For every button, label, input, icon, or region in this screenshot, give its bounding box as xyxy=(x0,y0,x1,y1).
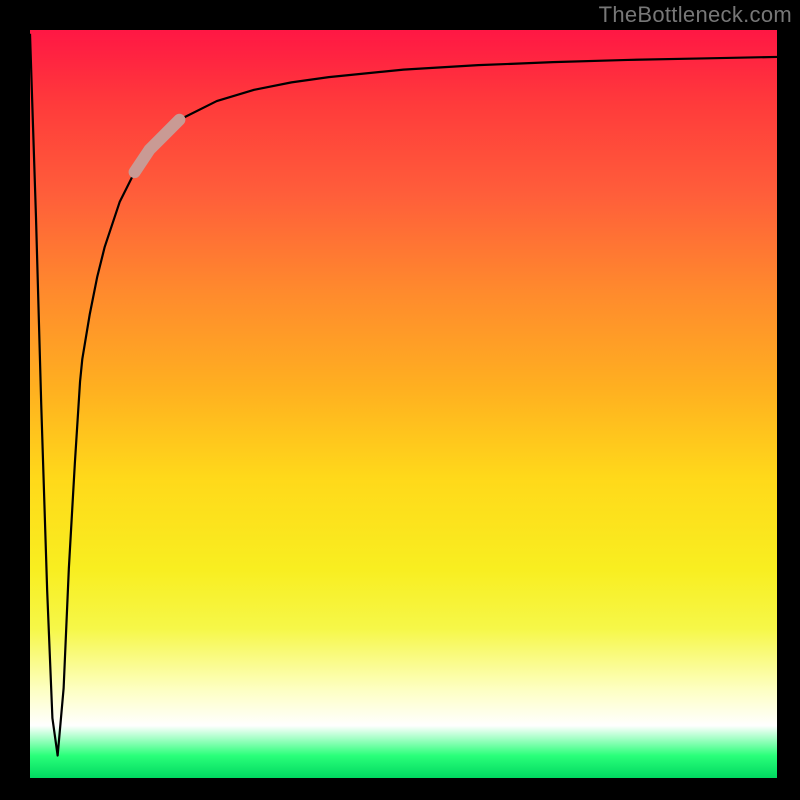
bottleneck-curve-path xyxy=(30,34,777,756)
attribution-text: TheBottleneck.com xyxy=(599,2,792,28)
highlight-segment xyxy=(135,120,180,172)
curve-svg xyxy=(30,30,777,778)
chart-container: TheBottleneck.com xyxy=(0,0,800,800)
plot-area xyxy=(30,30,777,778)
